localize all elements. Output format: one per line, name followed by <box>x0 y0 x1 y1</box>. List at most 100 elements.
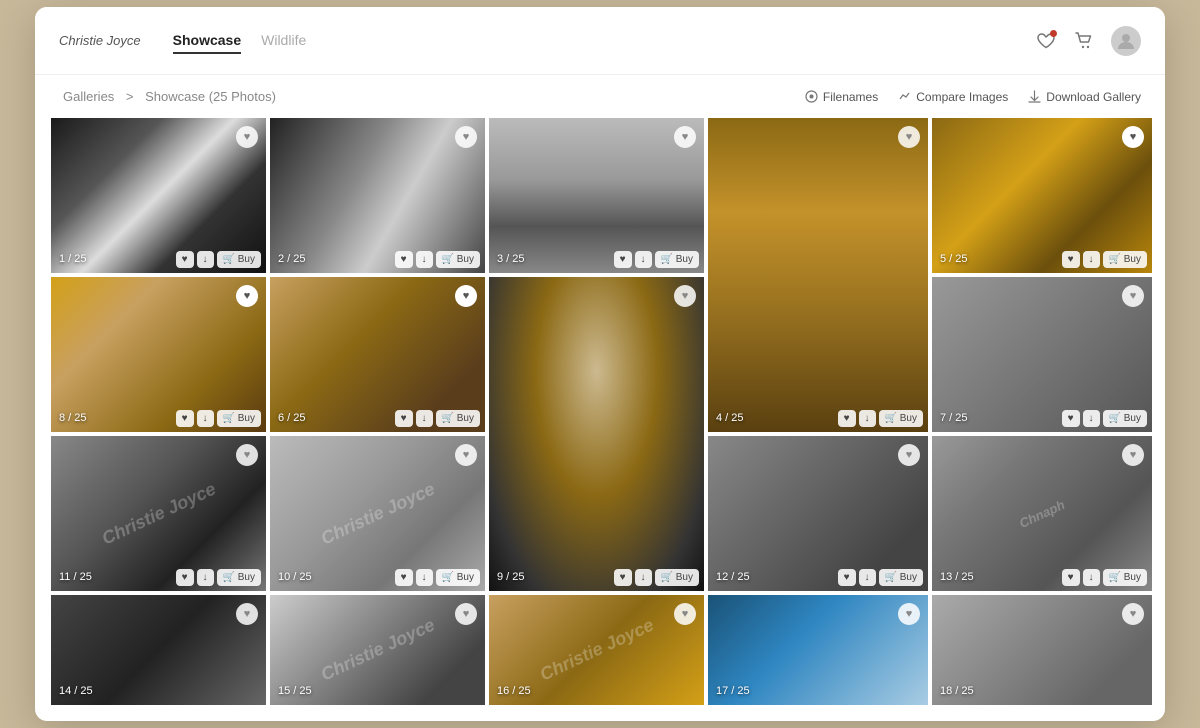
photo-download-button[interactable]: ↓ <box>859 410 876 427</box>
photo-item[interactable]: ♥ 8 / 25 ♥ ↓ 🛒 Buy <box>51 277 266 432</box>
photo-action-bar: ♥ ↓ 🛒 Buy <box>1062 251 1147 268</box>
watermark: Christie Joyce <box>317 614 437 685</box>
breadcrumb-galleries[interactable]: Galleries <box>63 89 114 104</box>
photo-favorite-button[interactable]: ♥ <box>1122 126 1144 148</box>
photo-heart-button[interactable]: ♥ <box>395 410 413 427</box>
photo-favorite-button[interactable]: ♥ <box>1122 444 1144 466</box>
photo-download-button[interactable]: ↓ <box>1083 251 1100 268</box>
photo-download-button[interactable]: ↓ <box>859 569 876 586</box>
photo-action-bar: ♥ ↓ 🛒 Buy <box>614 569 699 586</box>
photo-item[interactable]: ♥ 1 / 25 ♥ ↓ 🛒 Buy <box>51 118 266 273</box>
photo-download-button[interactable]: ↓ <box>416 251 433 268</box>
photo-item[interactable]: ♥ 3 / 25 ♥ ↓ 🛒 Buy <box>489 118 704 273</box>
photo-favorite-button[interactable]: ♥ <box>898 444 920 466</box>
photo-buy-button[interactable]: 🛒 Buy <box>1103 569 1147 586</box>
heart-nav-icon[interactable] <box>1035 30 1057 52</box>
photo-download-button[interactable]: ↓ <box>1083 410 1100 427</box>
user-avatar[interactable] <box>1111 26 1141 56</box>
photo-heart-button[interactable]: ♥ <box>1062 251 1080 268</box>
photo-favorite-button[interactable]: ♥ <box>898 126 920 148</box>
photo-item[interactable]: ♥ 12 / 25 ♥ ↓ 🛒 Buy <box>708 436 928 591</box>
photo-download-button[interactable]: ↓ <box>197 569 214 586</box>
photo-buy-button[interactable]: 🛒 Buy <box>879 569 923 586</box>
photo-favorite-button[interactable]: ♥ <box>674 285 696 307</box>
photo-heart-button[interactable]: ♥ <box>176 569 194 586</box>
photo-item[interactable]: ♥ Christie Joyce 11 / 25 ♥ ↓ 🛒 Buy <box>51 436 266 591</box>
photo-buy-button[interactable]: 🛒 Buy <box>1103 410 1147 427</box>
photo-favorite-button[interactable]: ♥ <box>236 285 258 307</box>
photo-number: 11 / 25 <box>59 571 92 583</box>
compare-button[interactable]: Compare Images <box>898 90 1008 104</box>
nav-actions <box>1035 26 1141 56</box>
photo-favorite-button[interactable]: ♥ <box>236 444 258 466</box>
photo-number: 9 / 25 <box>497 571 525 583</box>
photo-favorite-button[interactable]: ♥ <box>455 444 477 466</box>
photo-item[interactable]: ♥ 7 / 25 ♥ ↓ 🛒 Buy <box>932 277 1152 432</box>
photo-buy-button[interactable]: 🛒 Buy <box>217 410 261 427</box>
photo-number: 12 / 25 <box>716 571 750 583</box>
photo-heart-button[interactable]: ♥ <box>395 251 413 268</box>
photo-download-button[interactable]: ↓ <box>635 251 652 268</box>
photo-favorite-button[interactable]: ♥ <box>898 603 920 625</box>
photo-item[interactable]: ♥ Chnaph 13 / 25 ♥ ↓ 🛒 Buy <box>932 436 1152 591</box>
nav-link-showcase[interactable]: Showcase <box>173 28 241 54</box>
photo-heart-button[interactable]: ♥ <box>176 251 194 268</box>
photo-heart-button[interactable]: ♥ <box>614 251 632 268</box>
photo-item[interactable]: ♥ 2 / 25 ♥ ↓ 🛒 Buy <box>270 118 485 273</box>
brand-logo: Christie Joyce <box>59 33 141 48</box>
photo-buy-button[interactable]: 🛒 Buy <box>436 410 480 427</box>
photo-heart-button[interactable]: ♥ <box>1062 410 1080 427</box>
nav-links: Showcase Wildlife <box>173 28 1035 54</box>
photo-buy-button[interactable]: 🛒 Buy <box>436 251 480 268</box>
download-gallery-button[interactable]: Download Gallery <box>1028 90 1141 104</box>
photo-item[interactable]: ♥ Christie Joyce 15 / 25 <box>270 595 485 705</box>
photo-action-bar: ♥ ↓ 🛒 Buy <box>176 569 261 586</box>
photo-number: 18 / 25 <box>940 685 974 697</box>
breadcrumb-current: Showcase (25 Photos) <box>145 89 276 104</box>
photo-number: 8 / 25 <box>59 412 87 424</box>
nav-link-wildlife[interactable]: Wildlife <box>261 28 306 54</box>
cart-nav-icon[interactable] <box>1073 30 1095 52</box>
photo-favorite-button[interactable]: ♥ <box>236 603 258 625</box>
photo-action-bar: ♥ ↓ 🛒 Buy <box>1062 410 1147 427</box>
photo-favorite-button[interactable]: ♥ <box>674 126 696 148</box>
photo-favorite-button[interactable]: ♥ <box>455 285 477 307</box>
filenames-button[interactable]: Filenames <box>805 90 878 104</box>
photo-favorite-button[interactable]: ♥ <box>455 603 477 625</box>
photo-item[interactable]: ♥ 17 / 25 <box>708 595 928 705</box>
photo-item[interactable]: ♥ Christie Joyce 16 / 25 <box>489 595 704 705</box>
photo-download-button[interactable]: ↓ <box>197 410 214 427</box>
photo-download-button[interactable]: ↓ <box>197 251 214 268</box>
photo-favorite-button[interactable]: ♥ <box>674 603 696 625</box>
photo-buy-button[interactable]: 🛒 Buy <box>655 569 699 586</box>
photo-heart-button[interactable]: ♥ <box>395 569 413 586</box>
photo-item[interactable]: ♥ 6 / 25 ♥ ↓ 🛒 Buy <box>270 277 485 432</box>
photo-buy-button[interactable]: 🛒 Buy <box>655 251 699 268</box>
photo-favorite-button[interactable]: ♥ <box>1122 285 1144 307</box>
photo-item[interactable]: ♥ 4 / 25 ♥ ↓ 🛒 Buy <box>708 118 928 432</box>
photo-buy-button[interactable]: 🛒 Buy <box>879 410 923 427</box>
photo-item[interactable]: ♥ 18 / 25 <box>932 595 1152 705</box>
photo-buy-button[interactable]: 🛒 Buy <box>436 569 480 586</box>
photo-heart-button[interactable]: ♥ <box>614 569 632 586</box>
photo-buy-button[interactable]: 🛒 Buy <box>217 251 261 268</box>
photo-buy-button[interactable]: 🛒 Buy <box>217 569 261 586</box>
photo-heart-button[interactable]: ♥ <box>838 410 856 427</box>
photo-favorite-button[interactable]: ♥ <box>455 126 477 148</box>
photo-item[interactable]: ♥ 14 / 25 <box>51 595 266 705</box>
watermark: Christie Joyce <box>317 478 437 549</box>
photo-download-button[interactable]: ↓ <box>416 569 433 586</box>
photo-favorite-button[interactable]: ♥ <box>236 126 258 148</box>
photo-download-button[interactable]: ↓ <box>1083 569 1100 586</box>
photo-heart-button[interactable]: ♥ <box>176 410 194 427</box>
photo-heart-button[interactable]: ♥ <box>838 569 856 586</box>
nav-bar: Christie Joyce Showcase Wildlife <box>35 7 1165 75</box>
photo-download-button[interactable]: ↓ <box>416 410 433 427</box>
photo-item[interactable]: ♥ Christie Joyce 10 / 25 ♥ ↓ 🛒 Buy <box>270 436 485 591</box>
photo-item[interactable]: ♥ 5 / 25 ♥ ↓ 🛒 Buy <box>932 118 1152 273</box>
photo-heart-button[interactable]: ♥ <box>1062 569 1080 586</box>
photo-download-button[interactable]: ↓ <box>635 569 652 586</box>
photo-item[interactable]: ♥ 9 / 25 ♥ ↓ 🛒 Buy <box>489 277 704 591</box>
photo-favorite-button[interactable]: ♥ <box>1122 603 1144 625</box>
photo-buy-button[interactable]: 🛒 Buy <box>1103 251 1147 268</box>
